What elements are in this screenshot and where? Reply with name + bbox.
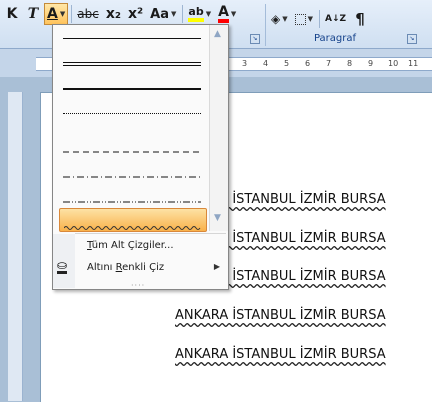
sort-button[interactable]: A↓Z <box>322 8 349 30</box>
paragraph-row: ◈ ▼ ▼ A↓Z ¶ <box>268 8 371 30</box>
font-color-button[interactable]: A ▼ <box>215 3 239 25</box>
paragraph-group-label: Paragraf <box>313 33 357 44</box>
font-color-icon: A <box>218 5 229 23</box>
thick-line-icon <box>63 88 201 90</box>
vertical-ruler[interactable] <box>8 92 23 401</box>
underline-style-menu: ▲ ▼ ⛀ Tüm Alt Çizgiler... Altını Renkli … <box>52 24 229 290</box>
scroll-up-icon[interactable]: ▲ <box>214 29 221 39</box>
underline-button[interactable]: A ▼ <box>44 3 69 25</box>
chevron-down-icon: ▼ <box>282 15 288 23</box>
font-format-row: K T A ▼ abc x₂ x² Aa ▼ ab ▼ A ▼ <box>2 2 240 26</box>
bold-button[interactable]: K <box>2 3 22 25</box>
document-line[interactable]: ANKARA İSTANBUL İZMİR BURSA <box>175 347 432 362</box>
font-dialog-launcher-icon[interactable]: ↘ <box>250 34 260 44</box>
underline-option-wave[interactable] <box>59 208 207 232</box>
more-underlines-item[interactable]: Tüm Alt Çizgiler... <box>87 240 174 251</box>
single-line-icon <box>63 38 201 39</box>
underline-option-thick[interactable] <box>59 78 205 100</box>
ruler-tick: 3 <box>242 59 248 68</box>
double-line-icon <box>63 62 201 66</box>
separator <box>319 10 321 28</box>
underline-option-dash-dot[interactable] <box>59 153 205 178</box>
show-marks-button[interactable]: ¶ <box>350 8 370 30</box>
ruler-tick: 7 <box>326 59 332 68</box>
underline-color-label-rest: enkli Çiz <box>122 262 165 273</box>
highlighter-icon: ab <box>188 6 204 22</box>
change-case-label: Aa <box>150 6 169 22</box>
ruler-tick: 10 <box>388 59 399 68</box>
document-line[interactable]: ANKARA İSTANBUL İZMİR BURSA <box>175 308 432 323</box>
menu-separator <box>75 233 226 234</box>
chevron-down-icon: ▼ <box>171 10 177 18</box>
ruler-tick: 9 <box>368 59 374 68</box>
scroll-down-icon[interactable]: ▼ <box>214 213 221 223</box>
wave-line-svg <box>63 226 201 230</box>
menu-icon-column: ⛀ <box>53 234 75 288</box>
ruler-tick: 6 <box>305 59 311 68</box>
ruler-tick: 11 <box>408 59 419 68</box>
ruler-tick: 4 <box>263 59 269 68</box>
underline-option-dotted[interactable] <box>59 103 205 125</box>
subscript-button[interactable]: x₂ <box>103 3 124 25</box>
chevron-down-icon: ▼ <box>205 10 212 18</box>
underline-icon: A <box>47 6 58 22</box>
dotted-line-icon <box>63 113 201 114</box>
underline-color-label-prefix: Altını <box>87 262 116 273</box>
separator <box>71 5 73 23</box>
superscript-button[interactable]: x² <box>125 3 146 25</box>
paint-bucket-icon: ⛀ <box>57 258 68 274</box>
shading-button[interactable]: ◈ ▼ <box>268 8 291 30</box>
chevron-down-icon: ▼ <box>307 15 314 23</box>
paragraph-dialog-launcher-icon[interactable]: ↘ <box>407 34 417 44</box>
italic-button[interactable]: T <box>23 3 43 25</box>
dash-dot-dot-line-svg <box>63 201 201 203</box>
submenu-arrow-icon: ▶ <box>213 262 220 271</box>
underline-color-item[interactable]: Altını Renkli Çiz <box>87 262 164 273</box>
borders-button[interactable]: ▼ <box>292 8 316 30</box>
resize-grip-icon[interactable]: ···· <box>131 281 145 290</box>
group-divider <box>265 4 266 46</box>
change-case-button[interactable]: Aa ▼ <box>147 3 179 25</box>
chevron-down-icon: ▼ <box>230 10 237 18</box>
gallery-scrollbar[interactable]: ▲ ▼ <box>209 25 228 231</box>
ruler-tick: 8 <box>347 59 353 68</box>
underline-option-single[interactable] <box>59 28 205 50</box>
underline-dropdown-arrow[interactable]: ▼ <box>60 10 65 18</box>
ruler-tick: 5 <box>284 59 290 68</box>
sort-icon: A↓Z <box>325 14 347 24</box>
underline-option-dash-dot-dot[interactable] <box>59 178 205 203</box>
underline-option-dashed[interactable] <box>59 128 205 153</box>
dash-dot-dot-line-icon <box>63 188 201 207</box>
more-underlines-label: üm Alt Çizgiler... <box>91 240 174 251</box>
strikethrough-button[interactable]: abc <box>74 3 102 25</box>
border-grid-icon <box>294 13 306 25</box>
underline-option-double[interactable] <box>59 53 205 75</box>
separator <box>182 5 184 23</box>
highlight-button[interactable]: ab ▼ <box>185 3 214 25</box>
paint-bucket-icon: ◈ <box>271 12 281 26</box>
